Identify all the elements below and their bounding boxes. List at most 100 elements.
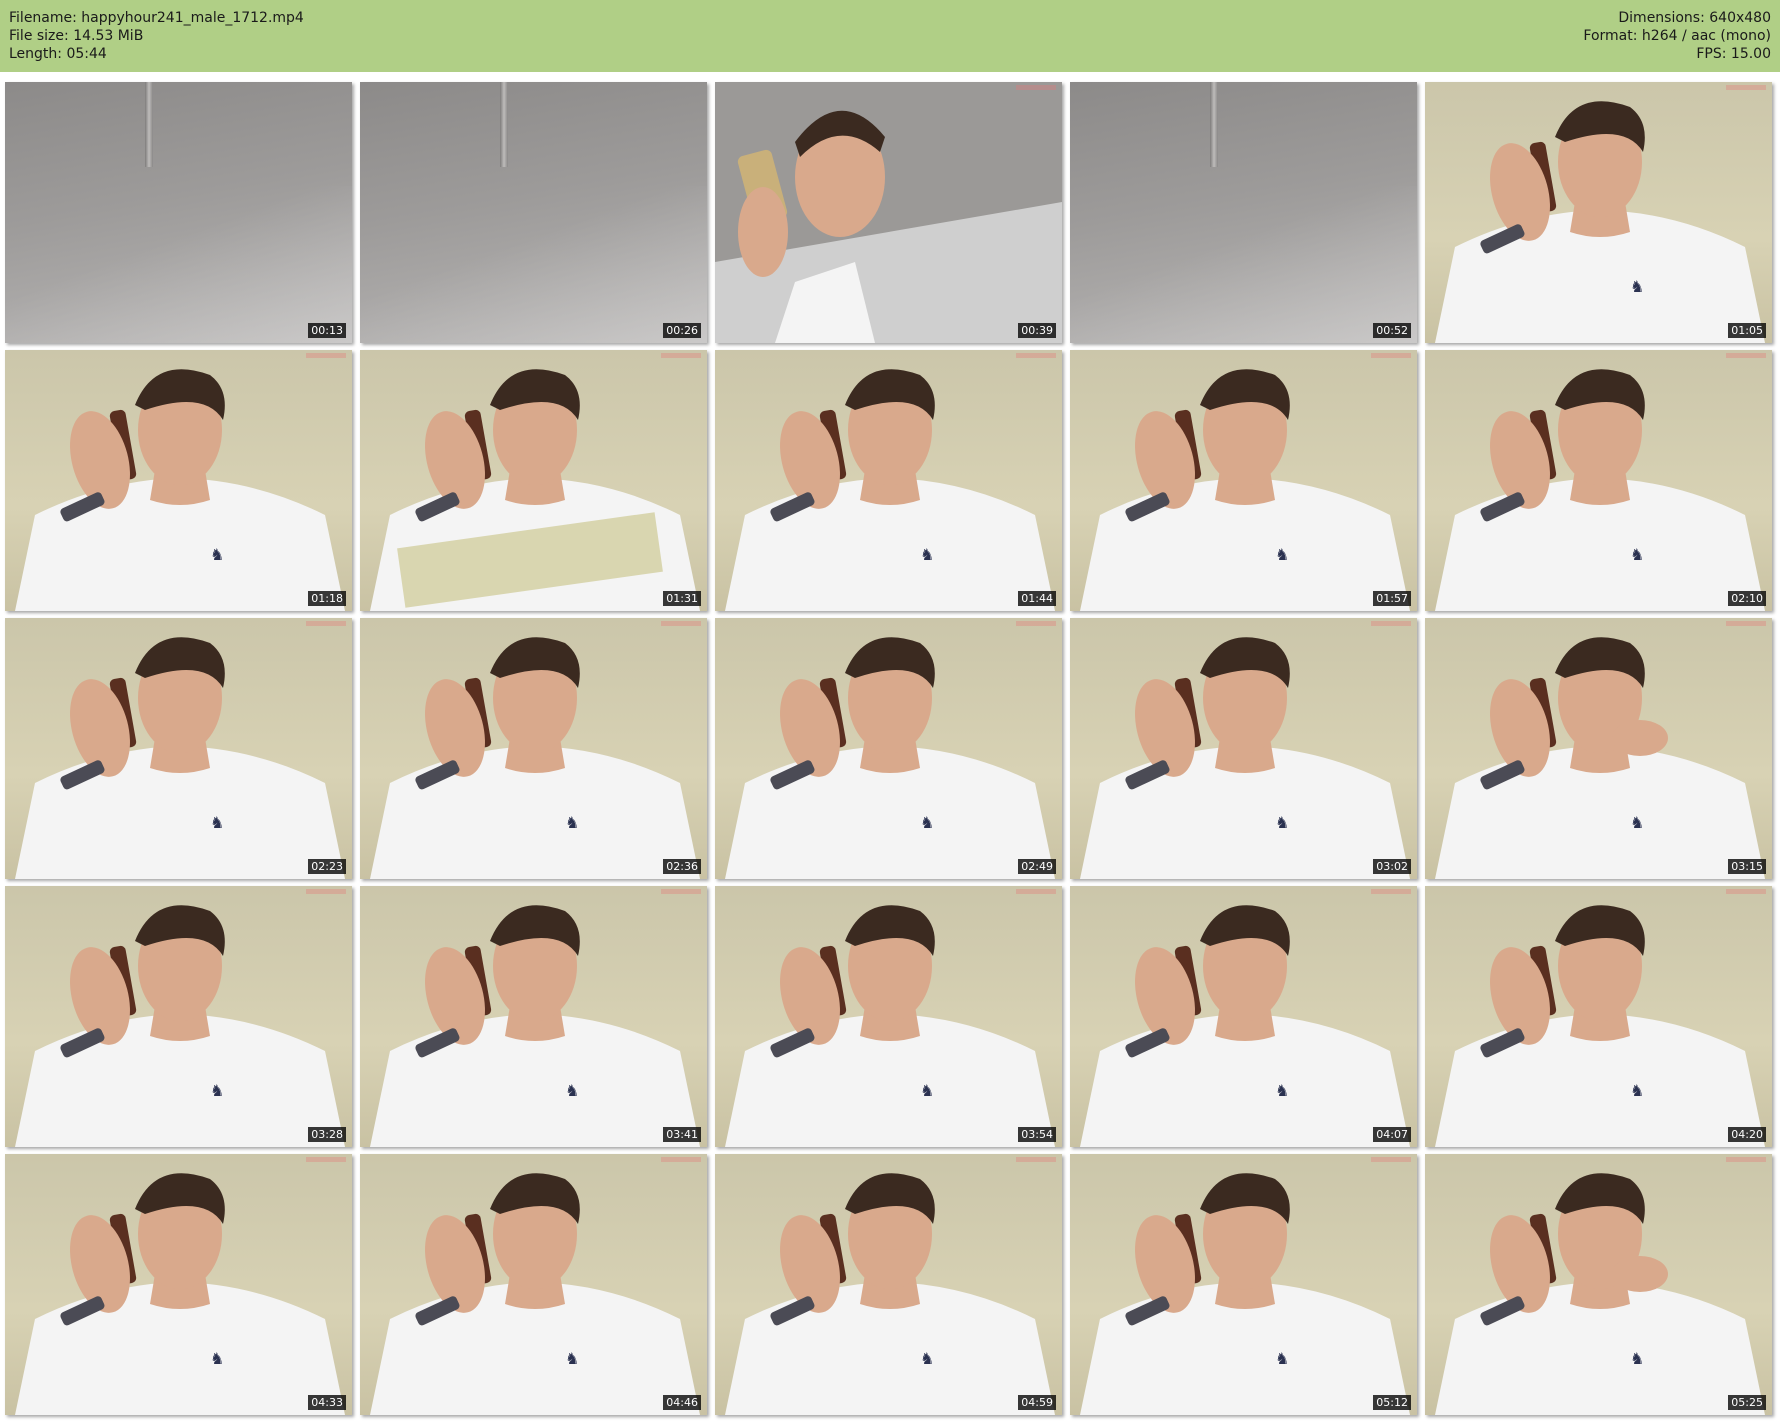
timecode-label: 00:52 bbox=[1373, 323, 1411, 338]
timecode-label: 04:33 bbox=[308, 1395, 346, 1410]
video-thumbnail: ♞ 01:05 bbox=[1425, 82, 1772, 343]
watermark bbox=[306, 621, 346, 626]
video-thumbnail: ♞ 01:57 bbox=[1070, 350, 1417, 611]
format-label: Format: h264 / aac (mono) bbox=[1583, 28, 1771, 44]
timecode-label: 03:02 bbox=[1373, 859, 1411, 874]
timecode-label: 02:36 bbox=[663, 859, 701, 874]
timecode-label: 01:44 bbox=[1018, 591, 1056, 606]
svg-text:♞: ♞ bbox=[565, 1081, 579, 1100]
svg-text:♞: ♞ bbox=[1275, 1081, 1289, 1100]
video-thumbnail: 00:13 bbox=[5, 82, 352, 343]
watermark bbox=[306, 1157, 346, 1162]
video-thumbnail: ♞ 04:20 bbox=[1425, 886, 1772, 1147]
watermark bbox=[1726, 353, 1766, 358]
thumbnail-grid: 00:1300:2600:3900:52♞01:05♞01:18♞01:31♞0… bbox=[0, 72, 1780, 1423]
wall-fixture bbox=[500, 82, 508, 167]
svg-text:♞: ♞ bbox=[210, 545, 224, 564]
video-thumbnail: ♞ 03:15 bbox=[1425, 618, 1772, 879]
file-size-label: File size: 14.53 MiB bbox=[9, 28, 144, 44]
wall-shading bbox=[1070, 186, 1417, 343]
timecode-label: 04:07 bbox=[1373, 1127, 1411, 1142]
video-thumbnail: ♞ 01:18 bbox=[5, 350, 352, 611]
watermark bbox=[661, 353, 701, 358]
timecode-label: 00:39 bbox=[1018, 323, 1056, 338]
filename-label: Filename: happyhour241_male_1712.mp4 bbox=[9, 10, 304, 26]
watermark bbox=[1726, 889, 1766, 894]
svg-text:♞: ♞ bbox=[1630, 1349, 1644, 1368]
video-thumbnail: ♞01:31 bbox=[360, 350, 707, 611]
timecode-label: 03:28 bbox=[308, 1127, 346, 1142]
timecode-label: 01:18 bbox=[308, 591, 346, 606]
svg-text:♞: ♞ bbox=[920, 1081, 934, 1100]
dimensions-label: Dimensions: 640x480 bbox=[1618, 10, 1771, 26]
svg-text:♞: ♞ bbox=[920, 1349, 934, 1368]
watermark bbox=[1016, 621, 1056, 626]
watermark bbox=[661, 1157, 701, 1162]
svg-text:♞: ♞ bbox=[1275, 813, 1289, 832]
watermark bbox=[1726, 85, 1766, 90]
video-thumbnail: ♞ 02:36 bbox=[360, 618, 707, 879]
watermark bbox=[1371, 621, 1411, 626]
svg-text:♞: ♞ bbox=[1630, 277, 1644, 296]
timecode-label: 01:05 bbox=[1728, 323, 1766, 338]
wall-shading bbox=[5, 186, 352, 343]
watermark bbox=[1016, 889, 1056, 894]
wall-shading bbox=[360, 186, 707, 343]
video-thumbnail: ♞ 03:41 bbox=[360, 886, 707, 1147]
video-thumbnail: ♞ 03:02 bbox=[1070, 618, 1417, 879]
watermark bbox=[1371, 889, 1411, 894]
length-label: Length: 05:44 bbox=[9, 46, 107, 62]
timecode-label: 05:25 bbox=[1728, 1395, 1766, 1410]
timecode-label: 02:49 bbox=[1018, 859, 1056, 874]
svg-text:♞: ♞ bbox=[565, 1349, 579, 1368]
video-thumbnail: ♞ 02:49 bbox=[715, 618, 1062, 879]
video-thumbnail: ♞ 02:23 bbox=[5, 618, 352, 879]
video-thumbnail: 00:39 bbox=[715, 82, 1062, 343]
timecode-label: 04:46 bbox=[663, 1395, 701, 1410]
video-thumbnail: 00:26 bbox=[360, 82, 707, 343]
watermark bbox=[1016, 353, 1056, 358]
fps-label: FPS: 15.00 bbox=[1696, 46, 1771, 62]
svg-text:♞: ♞ bbox=[1630, 1081, 1644, 1100]
timecode-label: 01:57 bbox=[1373, 591, 1411, 606]
timecode-label: 03:41 bbox=[663, 1127, 701, 1142]
svg-text:♞: ♞ bbox=[1630, 545, 1644, 564]
svg-text:♞: ♞ bbox=[1630, 813, 1644, 832]
video-thumbnail: 00:52 bbox=[1070, 82, 1417, 343]
watermark bbox=[1726, 1157, 1766, 1162]
timecode-label: 01:31 bbox=[663, 591, 701, 606]
timecode-label: 04:20 bbox=[1728, 1127, 1766, 1142]
video-thumbnail: ♞ 04:33 bbox=[5, 1154, 352, 1415]
wall-fixture bbox=[145, 82, 153, 167]
video-thumbnail: ♞ 04:59 bbox=[715, 1154, 1062, 1415]
watermark bbox=[1016, 1157, 1056, 1162]
watermark bbox=[1726, 621, 1766, 626]
timecode-label: 00:13 bbox=[308, 323, 346, 338]
svg-text:♞: ♞ bbox=[210, 813, 224, 832]
timecode-label: 00:26 bbox=[663, 323, 701, 338]
video-thumbnail: ♞ 03:28 bbox=[5, 886, 352, 1147]
video-thumbnail: ♞ 04:46 bbox=[360, 1154, 707, 1415]
svg-text:♞: ♞ bbox=[565, 813, 579, 832]
metadata-header: Filename: happyhour241_male_1712.mp4 Fil… bbox=[0, 0, 1780, 72]
svg-text:♞: ♞ bbox=[210, 1081, 224, 1100]
svg-text:♞: ♞ bbox=[920, 545, 934, 564]
watermark bbox=[306, 353, 346, 358]
wall-fixture bbox=[1210, 82, 1218, 167]
video-thumbnail: ♞ 05:12 bbox=[1070, 1154, 1417, 1415]
video-thumbnail: ♞ 01:44 bbox=[715, 350, 1062, 611]
video-thumbnail: ♞ 05:25 bbox=[1425, 1154, 1772, 1415]
timecode-label: 03:54 bbox=[1018, 1127, 1056, 1142]
watermark bbox=[1371, 353, 1411, 358]
video-thumbnail: ♞ 03:54 bbox=[715, 886, 1062, 1147]
svg-text:♞: ♞ bbox=[1275, 1349, 1289, 1368]
metadata-right: Dimensions: 640x480 Format: h264 / aac (… bbox=[1583, 9, 1771, 63]
video-thumbnail: ♞ 02:10 bbox=[1425, 350, 1772, 611]
metadata-left: Filename: happyhour241_male_1712.mp4 Fil… bbox=[9, 9, 304, 63]
timecode-label: 03:15 bbox=[1728, 859, 1766, 874]
svg-text:♞: ♞ bbox=[1275, 545, 1289, 564]
svg-text:♞: ♞ bbox=[920, 813, 934, 832]
timecode-label: 05:12 bbox=[1373, 1395, 1411, 1410]
watermark bbox=[1371, 1157, 1411, 1162]
watermark bbox=[1016, 85, 1056, 90]
